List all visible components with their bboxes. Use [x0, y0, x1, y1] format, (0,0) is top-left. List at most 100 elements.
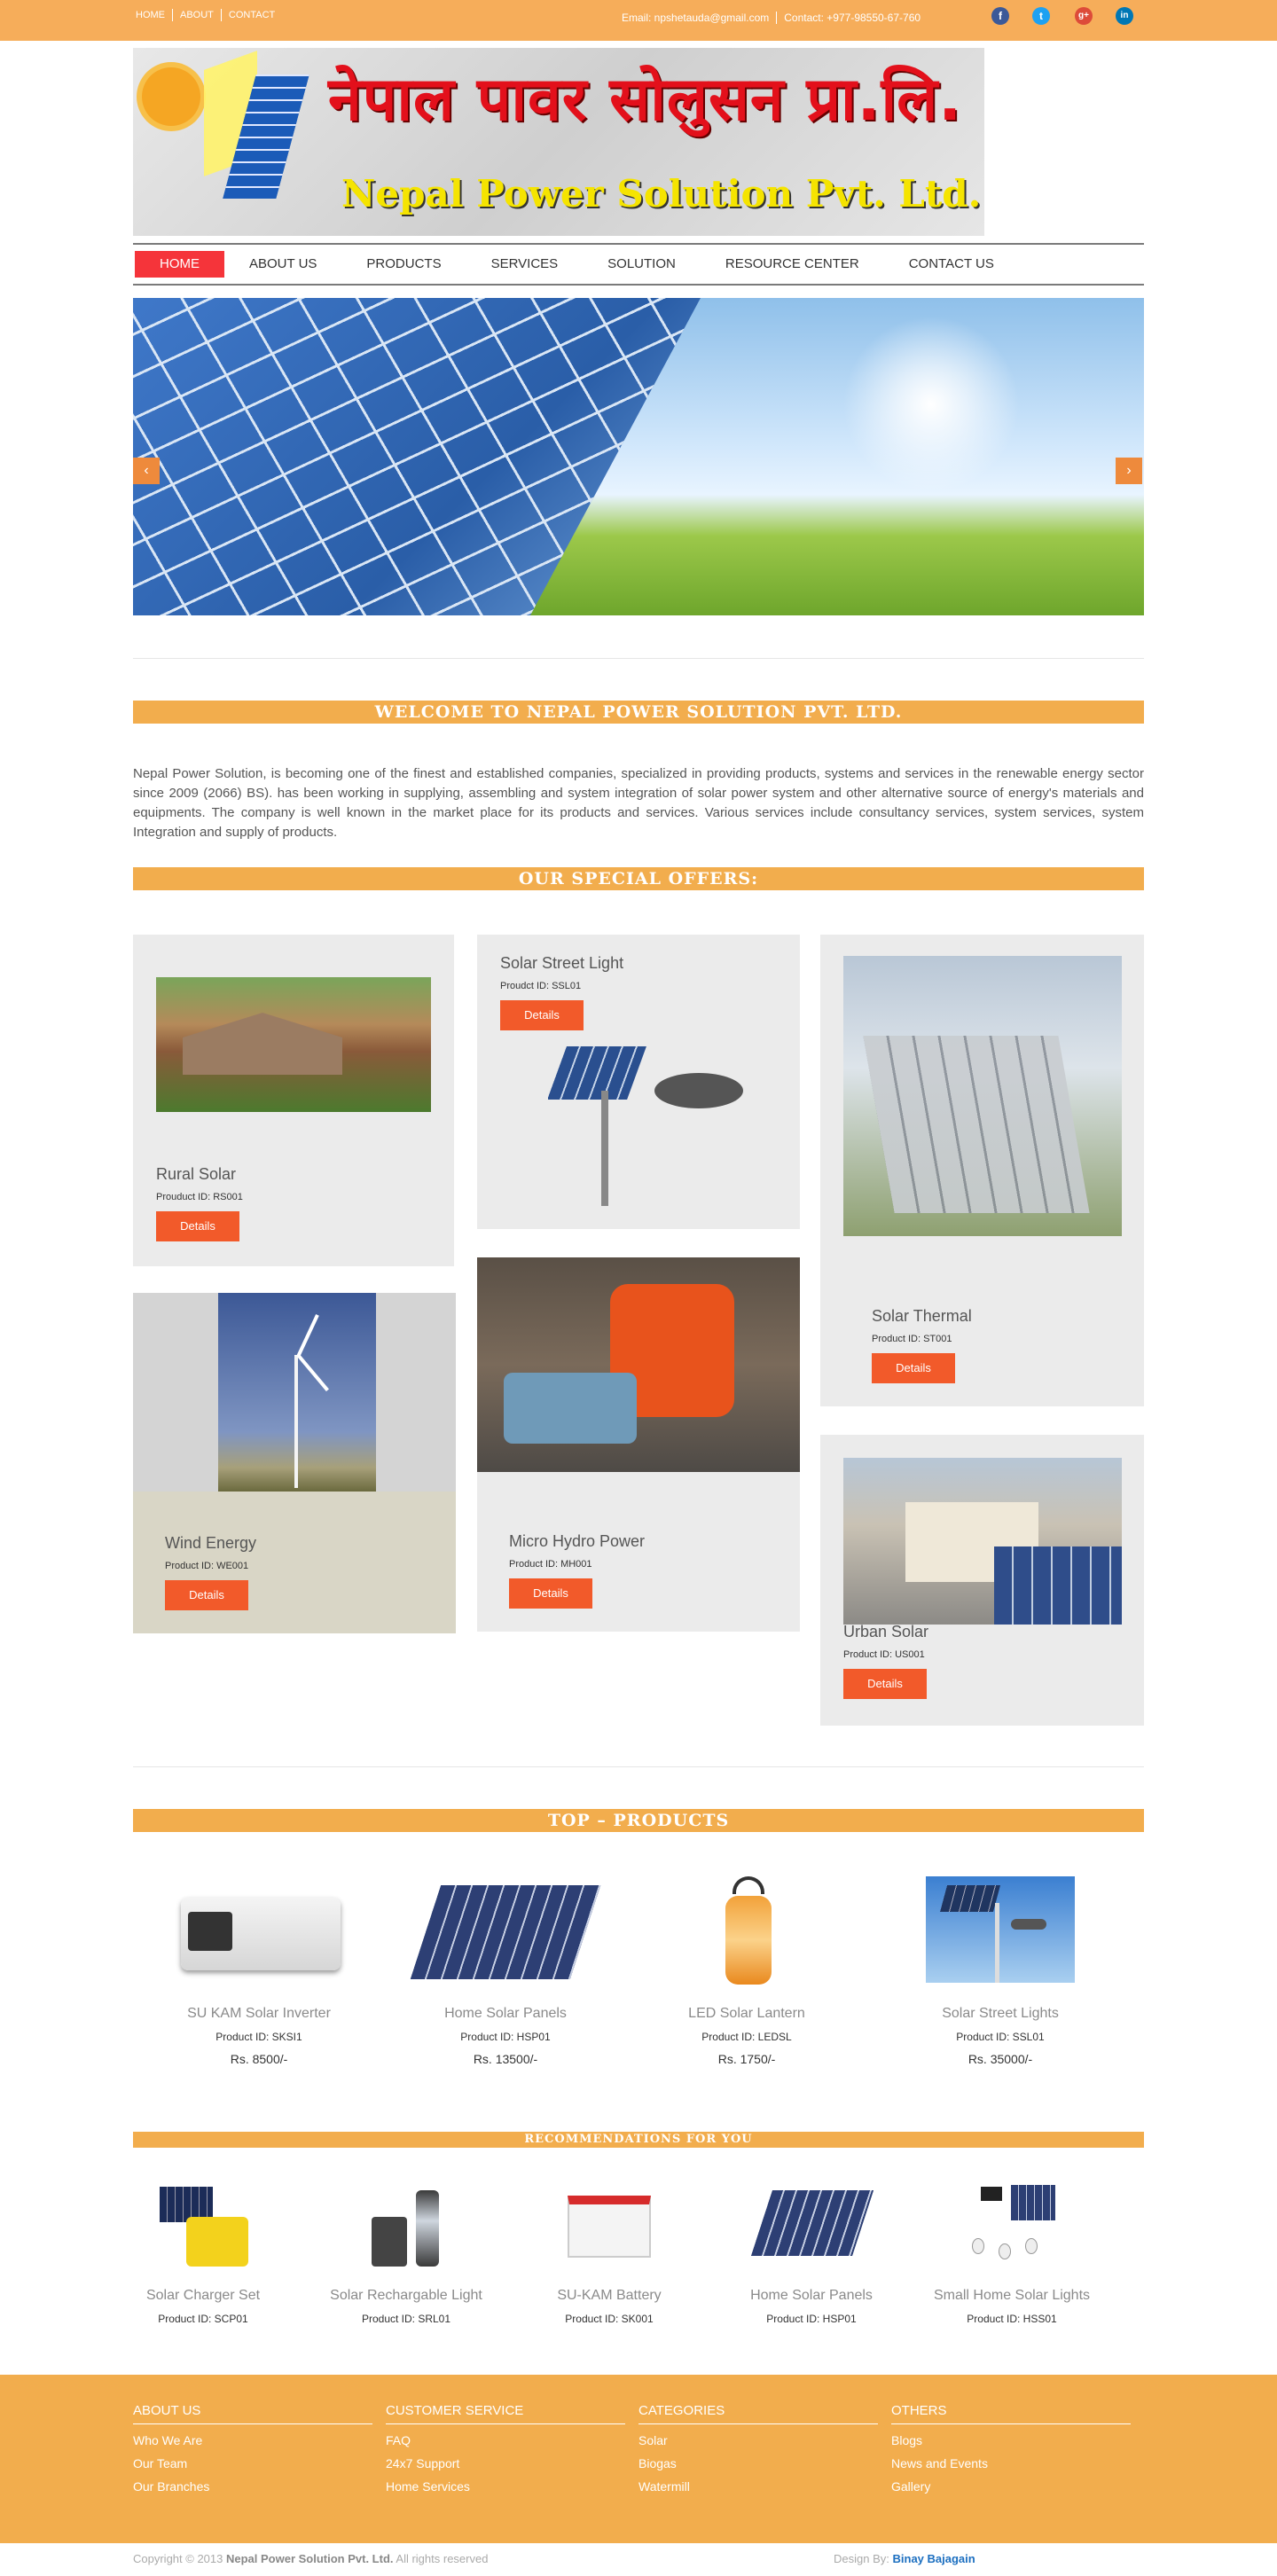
details-button[interactable]: Details — [872, 1353, 955, 1383]
top-link-home[interactable]: HOME — [136, 9, 172, 21]
footer-link[interactable]: Biogas — [638, 2456, 878, 2470]
panel-shape — [548, 1046, 646, 1100]
details-button[interactable]: Details — [509, 1578, 592, 1609]
offer-card-micro-hydro-power: Micro Hydro Power Product ID: MH001 Deta… — [477, 1257, 800, 1632]
slider-next-arrow-icon[interactable]: › — [1116, 458, 1142, 484]
copyright-prefix: Copyright © 2013 — [133, 2552, 223, 2565]
footer-link[interactable]: Gallery — [891, 2479, 1131, 2494]
footer-link[interactable]: Blogs — [891, 2433, 1131, 2447]
logo-english-text: Nepal Power Solution Pvt. Ltd. — [341, 172, 982, 215]
product-name: SU-KAM Battery — [557, 2288, 662, 2303]
footer-heading: CUSTOMER SERVICE — [386, 2403, 625, 2424]
footer-link[interactable]: Our Team — [133, 2456, 372, 2470]
small-home-solar-lights-image — [963, 2181, 1061, 2270]
footer-link[interactable]: Our Branches — [133, 2479, 372, 2494]
product-id: Product ID: SKSI1 — [215, 2031, 302, 2043]
lantern-body-shape — [725, 1896, 772, 1985]
recommended-product-card[interactable]: Solar Charger Set Product ID: SCP01 — [101, 2181, 305, 2325]
top-product-card[interactable]: Solar Street Lights Product ID: SSL01 Rs… — [876, 1876, 1124, 2066]
slider-sun-glow — [842, 316, 1020, 493]
footer-link[interactable]: 24x7 Support — [386, 2456, 625, 2470]
product-id: Product ID: LEDSL — [701, 2031, 792, 2043]
nav-item-contact-us[interactable]: CONTACT US — [884, 251, 1019, 278]
recommended-product-card[interactable]: Solar Rechargable Light Product ID: SRL0… — [304, 2181, 508, 2325]
details-button[interactable]: Details — [165, 1580, 248, 1610]
offer-product-id: Proudct ID: SSL01 — [500, 981, 582, 991]
rechargeable-light-image — [357, 2181, 455, 2270]
google-plus-icon[interactable]: g+ — [1075, 7, 1093, 25]
street-light-image — [548, 1037, 761, 1215]
footer-link[interactable]: FAQ — [386, 2433, 625, 2447]
facebook-icon[interactable]: f — [991, 7, 1009, 25]
details-button[interactable]: Details — [156, 1211, 239, 1241]
product-name: LED Solar Lantern — [688, 2006, 805, 2021]
product-id: Product ID: HSP01 — [460, 2031, 551, 2043]
product-id: Product ID: SK001 — [565, 2313, 654, 2325]
nav-item-about-us[interactable]: ABOUT US — [224, 251, 341, 278]
recommended-product-card[interactable]: Home Solar Panels Product ID: HSP01 — [709, 2181, 913, 2325]
top-link-contact[interactable]: CONTACT — [220, 9, 282, 21]
solar-street-lights-image — [926, 1876, 1075, 1983]
top-product-card[interactable]: Home Solar Panels Product ID: HSP01 Rs. … — [381, 1876, 630, 2066]
linkedin-icon[interactable]: in — [1116, 7, 1133, 25]
thermal-collector-shape — [863, 1036, 1090, 1213]
product-id: Product ID: SRL01 — [361, 2313, 451, 2325]
offer-card-wind-energy: Wind Energy Product ID: WE001 Details — [133, 1293, 456, 1633]
lantern-handle-shape — [733, 1876, 764, 1894]
nav-item-solution[interactable]: SOLUTION — [583, 251, 701, 278]
battery-image — [560, 2181, 658, 2270]
bulb-shape — [999, 2243, 1011, 2259]
details-button[interactable]: Details — [500, 1000, 584, 1030]
copyright-bar: Copyright © 2013 Nepal Power Solution Pv… — [0, 2543, 1277, 2576]
recommended-product-card[interactable]: SU-KAM Battery Product ID: SK001 — [507, 2181, 711, 2325]
offer-title: Wind Energy — [165, 1534, 257, 1552]
charger-box-shape — [186, 2217, 248, 2267]
footer-heading: CATEGORIES — [638, 2403, 878, 2424]
top-phone: Contact: +977-98550-67-760 — [776, 12, 928, 24]
copyright-company: Nepal Power Solution Pvt. Ltd. — [225, 2552, 394, 2565]
nav-item-services[interactable]: SERVICES — [466, 251, 584, 278]
product-name: Solar Street Lights — [942, 2006, 1059, 2021]
turbine-blade — [296, 1353, 329, 1392]
footer-link[interactable]: Watermill — [638, 2479, 878, 2494]
top-link-about[interactable]: ABOUT — [172, 9, 221, 21]
hero-slider — [133, 298, 1144, 615]
product-price: Rs. 35000/- — [968, 2052, 1033, 2066]
offer-card-urban-solar: Urban Solar Product ID: US001 Details — [820, 1435, 1144, 1726]
wind-energy-image-bg — [133, 1293, 456, 1492]
offer-product-id: Product ID: ST001 — [872, 1334, 952, 1344]
offer-card-solar-street-light: Solar Street Light Proudct ID: SSL01 Det… — [477, 935, 800, 1229]
product-price: Rs. 8500/- — [230, 2052, 288, 2066]
house-shape — [183, 1013, 342, 1075]
top-product-card[interactable]: SU KAM Solar Inverter Product ID: SKSI1 … — [135, 1876, 383, 2066]
footer-link[interactable]: Who We Are — [133, 2433, 372, 2447]
footer-link[interactable]: Home Services — [386, 2479, 625, 2494]
nav-item-products[interactable]: PRODUCTS — [341, 251, 466, 278]
footer-link[interactable]: Solar — [638, 2433, 878, 2447]
footer-heading: OTHERS — [891, 2403, 1131, 2424]
twitter-icon[interactable]: t — [1032, 7, 1050, 25]
design-credit: Design By: Binay Bajagain — [834, 2552, 975, 2565]
product-id: Product ID: SCP01 — [158, 2313, 248, 2325]
solar-charger-image — [154, 2181, 252, 2270]
recommended-product-card[interactable]: Small Home Solar Lights Product ID: HSS0… — [910, 2181, 1114, 2325]
offer-title: Rural Solar — [156, 1165, 237, 1183]
designer-link[interactable]: Binay Bajagain — [893, 2552, 975, 2565]
footer-column-others: OTHERS Blogs News and Events Gallery — [891, 2403, 1131, 2494]
welcome-heading: WELCOME TO NEPAL POWER SOLUTION PVT. LTD… — [133, 701, 1144, 724]
nav-item-resource-center[interactable]: RESOURCE CENTER — [701, 251, 884, 278]
nav-item-home[interactable]: HOME — [135, 251, 224, 278]
panel-shape — [939, 1885, 1001, 1912]
offer-title: Urban Solar — [843, 1623, 929, 1640]
top-product-card[interactable]: LED Solar Lantern Product ID: LEDSL Rs. … — [623, 1876, 871, 2066]
lantern-shape — [416, 2190, 439, 2267]
panel-shape — [1011, 2185, 1055, 2220]
footer-link[interactable]: News and Events — [891, 2456, 1131, 2470]
pole-shape — [601, 1091, 608, 1206]
copyright-rights: All rights reserved — [396, 2552, 489, 2565]
slider-prev-arrow-icon[interactable]: ‹ — [133, 458, 160, 484]
product-id: Product ID: HSP01 — [766, 2313, 857, 2325]
product-name: Home Solar Panels — [444, 2006, 567, 2021]
details-button[interactable]: Details — [843, 1669, 927, 1699]
site-logo[interactable]: नेपाल पावर सोलुसन प्रा.लि. Nepal Power S… — [133, 48, 984, 236]
